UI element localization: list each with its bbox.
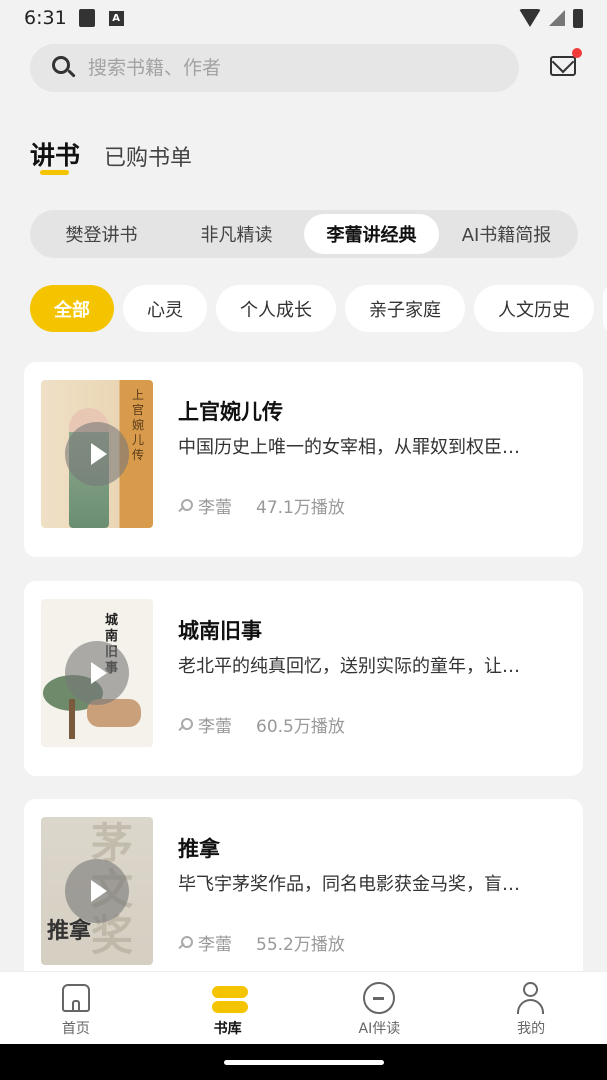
book-description: 老北平的纯真回忆，送别实际的童年，让…: [178, 656, 520, 677]
chip-growth[interactable]: 个人成长: [216, 285, 336, 332]
home-icon: [60, 982, 92, 1014]
book-description: 毕飞宇茅奖作品，同名电影获金马奖，盲…: [178, 874, 520, 895]
main-tabs: 讲书 已购书单: [30, 136, 192, 175]
microphone-icon: [178, 935, 193, 950]
play-count: 55.2万播放: [256, 935, 345, 955]
search-icon: [52, 56, 76, 80]
tab-label: 已购书单: [104, 146, 193, 171]
book-card[interactable]: 上官婉儿传 上官婉儿传 中国历史上唯一的女宰相，从罪奴到权臣… 李蕾 47.1万…: [24, 362, 583, 557]
segment-feifan[interactable]: 非凡精读: [169, 214, 304, 254]
book-cover[interactable]: 茅文奖 推拿: [41, 817, 153, 965]
home-indicator[interactable]: [224, 1060, 384, 1065]
battery-icon: [573, 8, 583, 28]
play-icon[interactable]: [65, 422, 129, 486]
book-meta: 李蕾 55.2万播放: [178, 930, 345, 955]
mail-icon: [550, 56, 576, 76]
microphone-icon: [178, 498, 193, 513]
unread-dot: [572, 48, 582, 58]
chat-icon: [363, 982, 396, 1014]
person-icon: [515, 982, 547, 1014]
book-description: 中国历史上唯一的女宰相，从罪奴到权臣…: [178, 437, 520, 458]
search-row: [30, 44, 590, 92]
book-card[interactable]: 城南旧事 城南旧事 老北平的纯真回忆，送别实际的童年，让… 李蕾 60.5万播放: [24, 581, 583, 776]
library-icon: [211, 982, 248, 1014]
notification-a-icon: A: [108, 10, 124, 26]
book-meta: 李蕾 47.1万播放: [178, 493, 345, 518]
nav-profile[interactable]: 我的: [455, 972, 607, 1044]
status-bar: 6:31 A: [0, 0, 607, 36]
bottom-nav: 首页 书库 AI伴读 我的: [0, 971, 607, 1044]
narrator-name: 李蕾: [198, 498, 232, 518]
category-chips: 全部 心灵 个人成长 亲子家庭 人文历史: [30, 285, 607, 332]
tab-label: 讲书: [30, 141, 81, 170]
play-icon[interactable]: [65, 641, 129, 705]
chip-soul[interactable]: 心灵: [123, 285, 207, 332]
tab-purchased[interactable]: 已购书单: [104, 140, 192, 172]
tab-jiangshu[interactable]: 讲书: [30, 136, 81, 175]
chip-all[interactable]: 全部: [30, 285, 114, 332]
nav-ai-companion[interactable]: AI伴读: [304, 972, 456, 1044]
book-card[interactable]: 茅文奖 推拿 推拿 毕飞宇茅奖作品，同名电影获金马奖，盲… 李蕾 55.2万播放: [24, 799, 583, 994]
nav-home[interactable]: 首页: [0, 972, 152, 1044]
microphone-icon: [178, 717, 193, 732]
wifi-icon: [519, 9, 541, 27]
narrator-name: 李蕾: [198, 935, 232, 955]
segment-fandeng[interactable]: 樊登讲书: [34, 214, 169, 254]
channel-segment: 樊登讲书 非凡精读 李蕾讲经典 AI书籍简报: [30, 210, 578, 258]
narrator-name: 李蕾: [198, 717, 232, 737]
book-title: 上官婉儿传: [178, 400, 283, 424]
messages-button[interactable]: [550, 48, 582, 78]
chip-more[interactable]: [603, 285, 607, 332]
sd-card-icon: [78, 9, 95, 27]
system-gesture-bar: [0, 1044, 607, 1080]
book-cover[interactable]: 城南旧事: [41, 599, 153, 747]
segment-lilei[interactable]: 李蕾讲经典: [304, 214, 439, 254]
cover-title: 上官婉儿传: [132, 388, 145, 462]
nav-label: 书库: [213, 1021, 242, 1037]
search-bar[interactable]: [30, 44, 519, 92]
chip-family[interactable]: 亲子家庭: [345, 285, 465, 332]
active-tab-indicator: [40, 170, 69, 175]
play-icon[interactable]: [65, 859, 129, 923]
book-title: 城南旧事: [178, 619, 262, 643]
play-count: 60.5万播放: [256, 717, 345, 737]
nav-label: AI伴读: [358, 1021, 401, 1037]
signal-icon: [549, 10, 565, 26]
nav-label: 首页: [61, 1021, 90, 1037]
nav-library[interactable]: 书库: [152, 972, 304, 1044]
cover-trunk: [69, 699, 75, 739]
play-count: 47.1万播放: [256, 498, 345, 518]
book-meta: 李蕾 60.5万播放: [178, 712, 345, 737]
chip-history[interactable]: 人文历史: [474, 285, 594, 332]
book-title: 推拿: [178, 837, 220, 861]
status-time: 6:31: [24, 7, 67, 29]
segment-ai-brief[interactable]: AI书籍简报: [439, 214, 574, 254]
nav-label: 我的: [517, 1021, 546, 1037]
book-cover[interactable]: 上官婉儿传: [41, 380, 153, 528]
search-input[interactable]: [88, 57, 468, 79]
